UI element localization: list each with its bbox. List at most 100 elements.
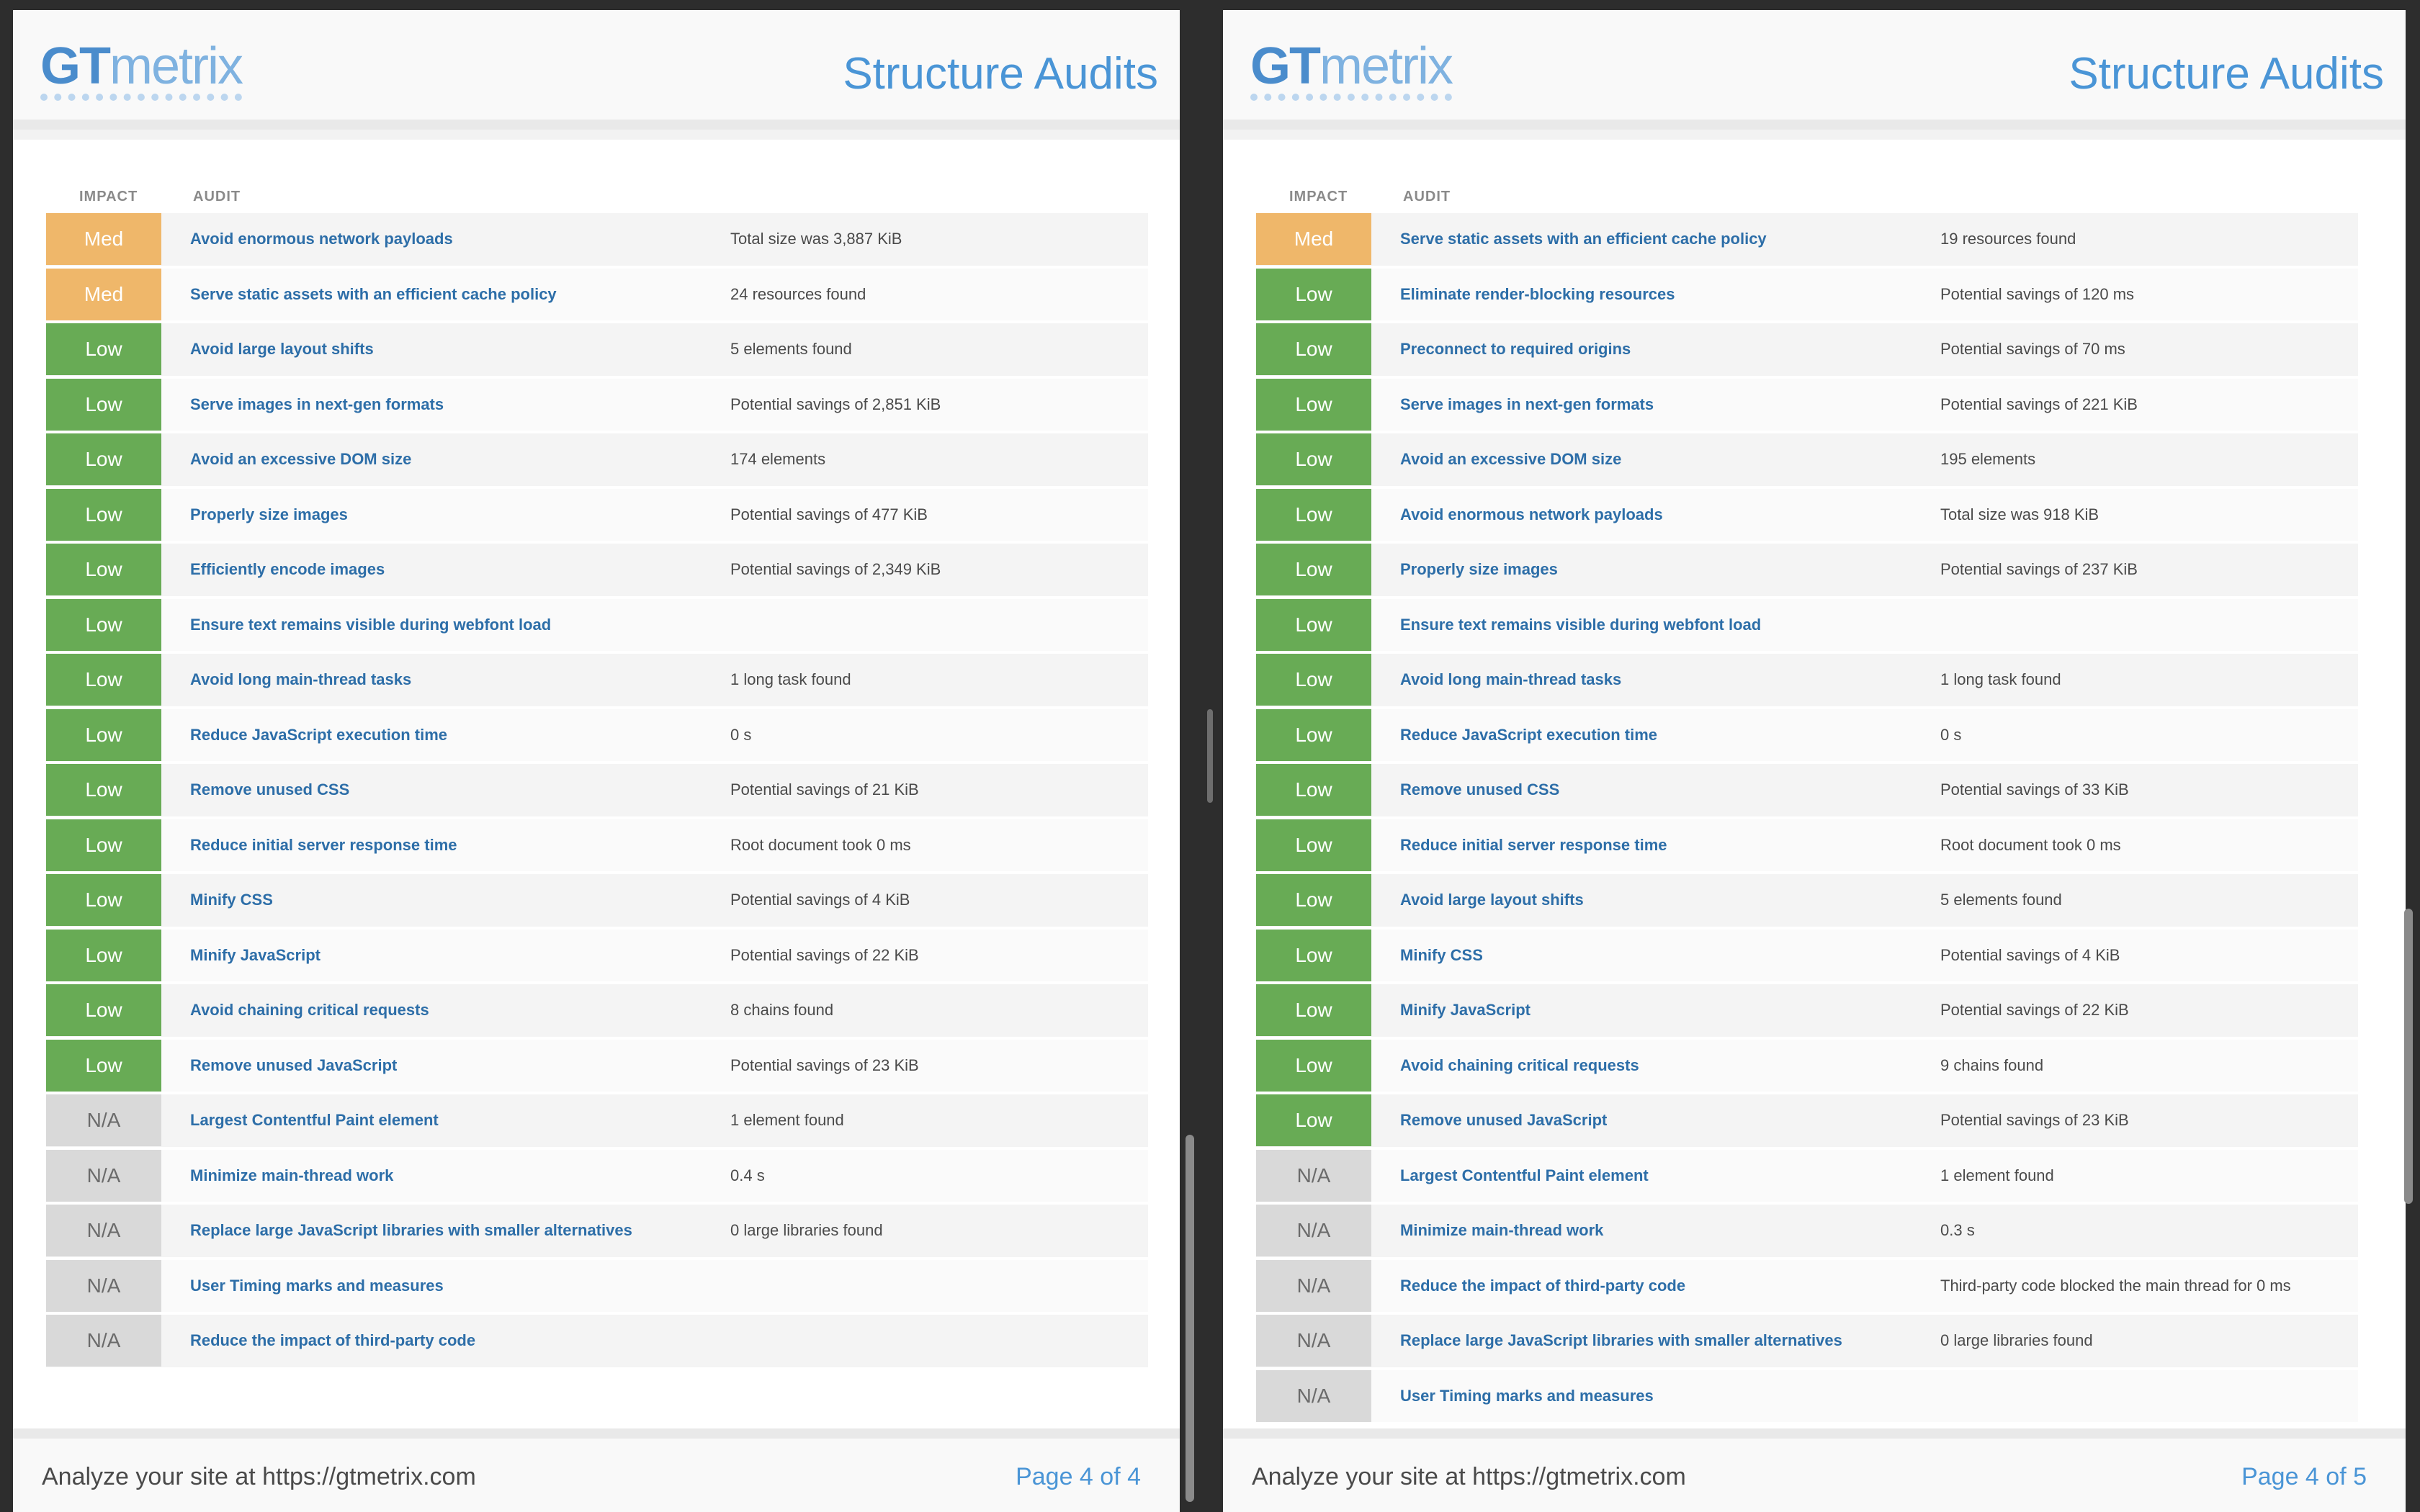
- audit-link[interactable]: Properly size images: [161, 505, 730, 524]
- audit-link[interactable]: Reduce initial server response time: [1371, 836, 1940, 855]
- audit-link[interactable]: Eliminate render-blocking resources: [1371, 285, 1940, 304]
- audit-link[interactable]: Avoid large layout shifts: [161, 340, 730, 359]
- impact-badge: Low: [46, 598, 161, 651]
- table-row: Low Efficiently encode images Potential sa…: [46, 544, 1148, 599]
- audit-link[interactable]: Efficiently encode images: [161, 560, 730, 579]
- scrollbar-left[interactable]: [1186, 1135, 1194, 1502]
- audit-link[interactable]: Replace large JavaScript libraries with …: [1371, 1331, 1940, 1350]
- impact-badge: Low: [1256, 598, 1371, 651]
- table-row: Low Reduce JavaScript execution time 0 s: [46, 708, 1148, 764]
- audit-link[interactable]: Avoid chaining critical requests: [161, 1001, 730, 1020]
- audit-link[interactable]: Remove unused CSS: [1371, 780, 1940, 799]
- audit-result: Potential savings of 22 KiB: [730, 945, 919, 964]
- impact-badge: N/A: [1256, 1315, 1371, 1367]
- impact-badge: Med: [46, 268, 161, 320]
- report-pane-left: GTmetrix Structure Audits IMPACT AUDIT M…: [13, 10, 1180, 1512]
- audit-link[interactable]: Remove unused JavaScript: [1371, 1111, 1940, 1130]
- audit-link[interactable]: Avoid an excessive DOM size: [161, 450, 730, 469]
- impact-badge: Low: [1256, 708, 1371, 761]
- logo-gt-text: GT: [1250, 37, 1321, 95]
- audit-result: 195 elements: [1940, 450, 2036, 469]
- audit-link[interactable]: Remove unused CSS: [161, 780, 730, 799]
- audit-result: 0 large libraries found: [1940, 1331, 2093, 1350]
- impact-badge: Low: [46, 929, 161, 981]
- logo-metrix-text: metrix: [1319, 37, 1453, 95]
- table-row: Low Ensure text remains visible during we…: [46, 598, 1148, 654]
- table-row: N/A User Timing marks and measures: [1256, 1369, 2358, 1425]
- audit-link[interactable]: Avoid large layout shifts: [1371, 891, 1940, 909]
- audit-link[interactable]: Avoid long main-thread tasks: [161, 670, 730, 689]
- audit-link[interactable]: Reduce the impact of third-party code: [161, 1331, 730, 1350]
- audit-link[interactable]: Remove unused JavaScript: [161, 1056, 730, 1075]
- impact-badge: Low: [1256, 1039, 1371, 1092]
- audit-link[interactable]: Reduce initial server response time: [161, 836, 730, 855]
- audit-link[interactable]: Avoid enormous network payloads: [1371, 505, 1940, 524]
- audit-link[interactable]: Serve static assets with an efficient ca…: [1371, 230, 1940, 248]
- audit-link[interactable]: Avoid long main-thread tasks: [1371, 670, 1940, 689]
- audit-result: Potential savings of 2,851 KiB: [730, 395, 941, 413]
- audit-link[interactable]: Reduce the impact of third-party code: [1371, 1277, 1940, 1295]
- audit-link[interactable]: Properly size images: [1371, 560, 1940, 579]
- audit-link[interactable]: Replace large JavaScript libraries with …: [161, 1221, 730, 1240]
- audit-result: Potential savings of 477 KiB: [730, 505, 928, 523]
- audit-link[interactable]: Largest Contentful Paint element: [1371, 1166, 1940, 1185]
- table-row: N/A Largest Contentful Paint element 1 ele…: [46, 1094, 1148, 1150]
- impact-badge: Low: [46, 984, 161, 1037]
- audit-link[interactable]: Minimize main-thread work: [1371, 1221, 1940, 1240]
- impact-badge: N/A: [46, 1205, 161, 1257]
- audit-link[interactable]: Serve images in next-gen formats: [161, 395, 730, 414]
- audit-link[interactable]: Minify CSS: [161, 891, 730, 909]
- audit-link[interactable]: Preconnect to required origins: [1371, 340, 1940, 359]
- audit-result: Potential savings of 21 KiB: [730, 780, 919, 799]
- scrollbar-right[interactable]: [2404, 909, 2413, 1204]
- gtmetrix-logo: GTmetrix: [1250, 37, 1453, 101]
- impact-badge: Low: [46, 378, 161, 431]
- audit-link[interactable]: Avoid chaining critical requests: [1371, 1056, 1940, 1075]
- table-row: Low Serve images in next-gen formats Poten…: [46, 378, 1148, 433]
- impact-badge: Low: [1256, 764, 1371, 816]
- audit-link[interactable]: Minify CSS: [1371, 946, 1940, 965]
- table-row: Low Remove unused JavaScript Potential sav…: [46, 1039, 1148, 1094]
- audit-link[interactable]: Minify JavaScript: [161, 946, 730, 965]
- table-row: Low Preconnect to required origins Potenti…: [1256, 323, 2358, 379]
- audit-result: 174 elements: [730, 450, 826, 469]
- audit-link[interactable]: Ensure text remains visible during webfo…: [1371, 616, 1940, 634]
- table-row: N/A Reduce the impact of third-party code…: [1256, 1259, 2358, 1315]
- report-header: GTmetrix Structure Audits: [13, 10, 1180, 130]
- audit-link[interactable]: Largest Contentful Paint element: [161, 1111, 730, 1130]
- impact-badge: N/A: [46, 1259, 161, 1312]
- impact-badge: N/A: [46, 1315, 161, 1367]
- audit-link[interactable]: Reduce JavaScript execution time: [1371, 726, 1940, 744]
- audit-link[interactable]: Minimize main-thread work: [161, 1166, 730, 1185]
- impact-badge: Low: [46, 874, 161, 927]
- impact-badge: Low: [46, 764, 161, 816]
- table-row: Low Avoid large layout shifts 5 elements f…: [1256, 874, 2358, 930]
- table-row: Low Minify CSS Potential savings of 4 KiB: [46, 874, 1148, 930]
- table-row: Low Avoid long main-thread tasks 1 long ta…: [1256, 654, 2358, 709]
- audit-link[interactable]: Minify JavaScript: [1371, 1001, 1940, 1020]
- column-header-impact: IMPACT: [1289, 189, 1348, 204]
- gtmetrix-logo: GTmetrix: [40, 37, 243, 101]
- audit-link[interactable]: Serve images in next-gen formats: [1371, 395, 1940, 414]
- audit-link[interactable]: Avoid an excessive DOM size: [1371, 450, 1940, 469]
- audit-link[interactable]: Reduce JavaScript execution time: [161, 726, 730, 744]
- audit-result: 0.3 s: [1940, 1221, 1975, 1240]
- audit-link[interactable]: User Timing marks and measures: [1371, 1387, 1940, 1405]
- audit-result: 9 chains found: [1940, 1056, 2044, 1074]
- audit-link[interactable]: Avoid enormous network payloads: [161, 230, 730, 248]
- table-row: Low Remove unused CSS Potential savings of…: [1256, 764, 2358, 819]
- report-footer: Analyze your site at https://gtmetrix.co…: [1223, 1428, 2406, 1512]
- audit-table: IMPACT AUDIT Med Serve static assets with…: [1223, 140, 2406, 1428]
- report-header: GTmetrix Structure Audits: [1223, 10, 2406, 130]
- table-row: Low Avoid chaining critical requests 8 cha…: [46, 984, 1148, 1040]
- logo-metrix-text: metrix: [109, 37, 243, 95]
- table-row: Low Avoid an excessive DOM size 174 elemen…: [46, 433, 1148, 489]
- table-row: Low Minify JavaScript Potential savings of…: [1256, 984, 2358, 1040]
- audit-link[interactable]: Serve static assets with an efficient ca…: [161, 285, 730, 304]
- split-view-divider-handle[interactable]: [1207, 709, 1213, 803]
- table-row: Low Properly size images Potential savings…: [46, 488, 1148, 544]
- page-title: Structure Audits: [843, 49, 1158, 99]
- audit-result: Potential savings of 221 KiB: [1940, 395, 2138, 413]
- audit-link[interactable]: Ensure text remains visible during webfo…: [161, 616, 730, 634]
- audit-link[interactable]: User Timing marks and measures: [161, 1277, 730, 1295]
